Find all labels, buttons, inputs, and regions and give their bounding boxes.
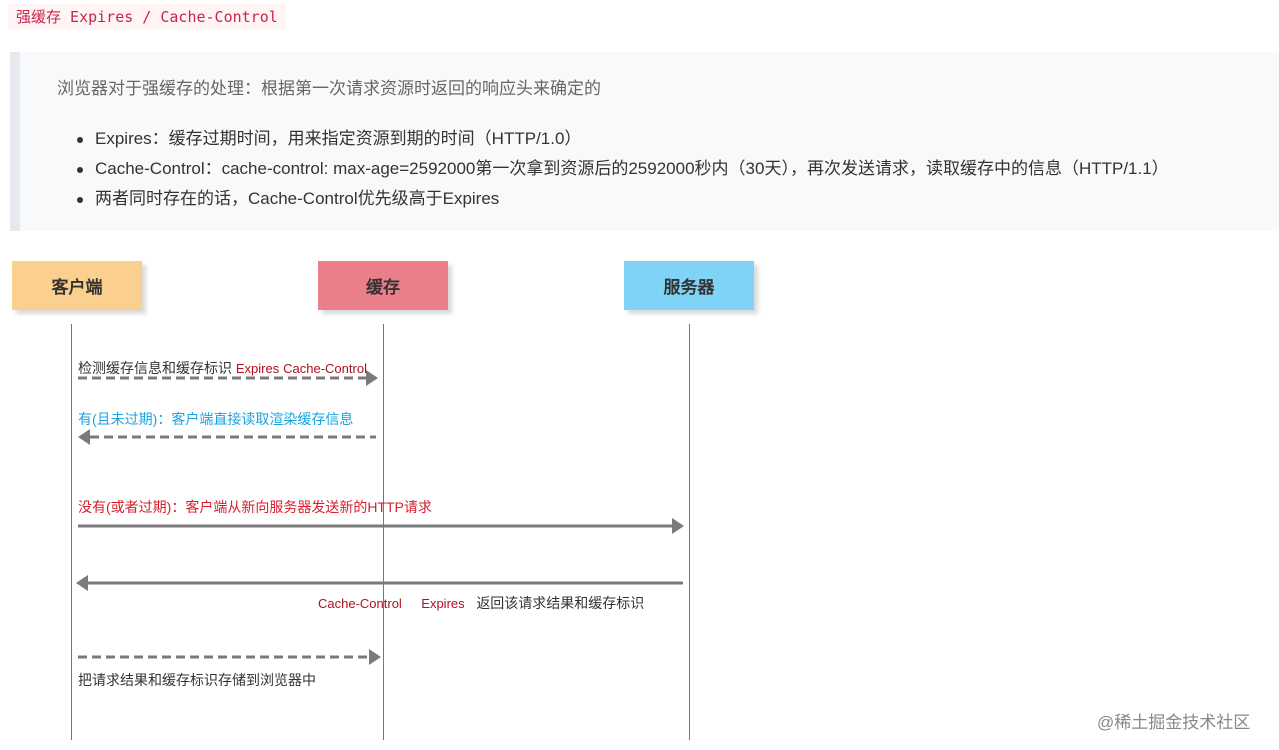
arrowhead-hit (78, 429, 90, 445)
message-hit: 有(且未过期)：客户端直接读取渲染缓存信息 (78, 411, 354, 427)
message-store: 把请求结果和缓存标识存储到浏览器中 (78, 672, 316, 688)
message-miss: 没有(或者过期)：客户端从新向服务器发送新的HTTP请求 (78, 499, 432, 515)
arrowhead-miss (672, 518, 684, 534)
message-check-text: 检测缓存信息和缓存标识 (78, 360, 232, 376)
arrowhead-store (369, 649, 381, 665)
tag-expires: Expires (421, 596, 465, 611)
tag-cache-control: Cache-Control (283, 361, 367, 376)
watermark: @稀土掘金技术社区 (1097, 713, 1251, 732)
message-return: Cache-Control Expires 返回该请求结果和缓存标识 (318, 593, 644, 613)
arrowhead-return (76, 575, 88, 591)
arrowhead-check (366, 370, 378, 386)
tag-cache-control: Cache-Control (318, 596, 402, 611)
message-return-text: 返回该请求结果和缓存标识 (476, 595, 645, 611)
message-check: 检测缓存信息和缓存标识 Expires Cache-Control (78, 358, 367, 378)
tag-expires: Expires (235, 361, 280, 376)
